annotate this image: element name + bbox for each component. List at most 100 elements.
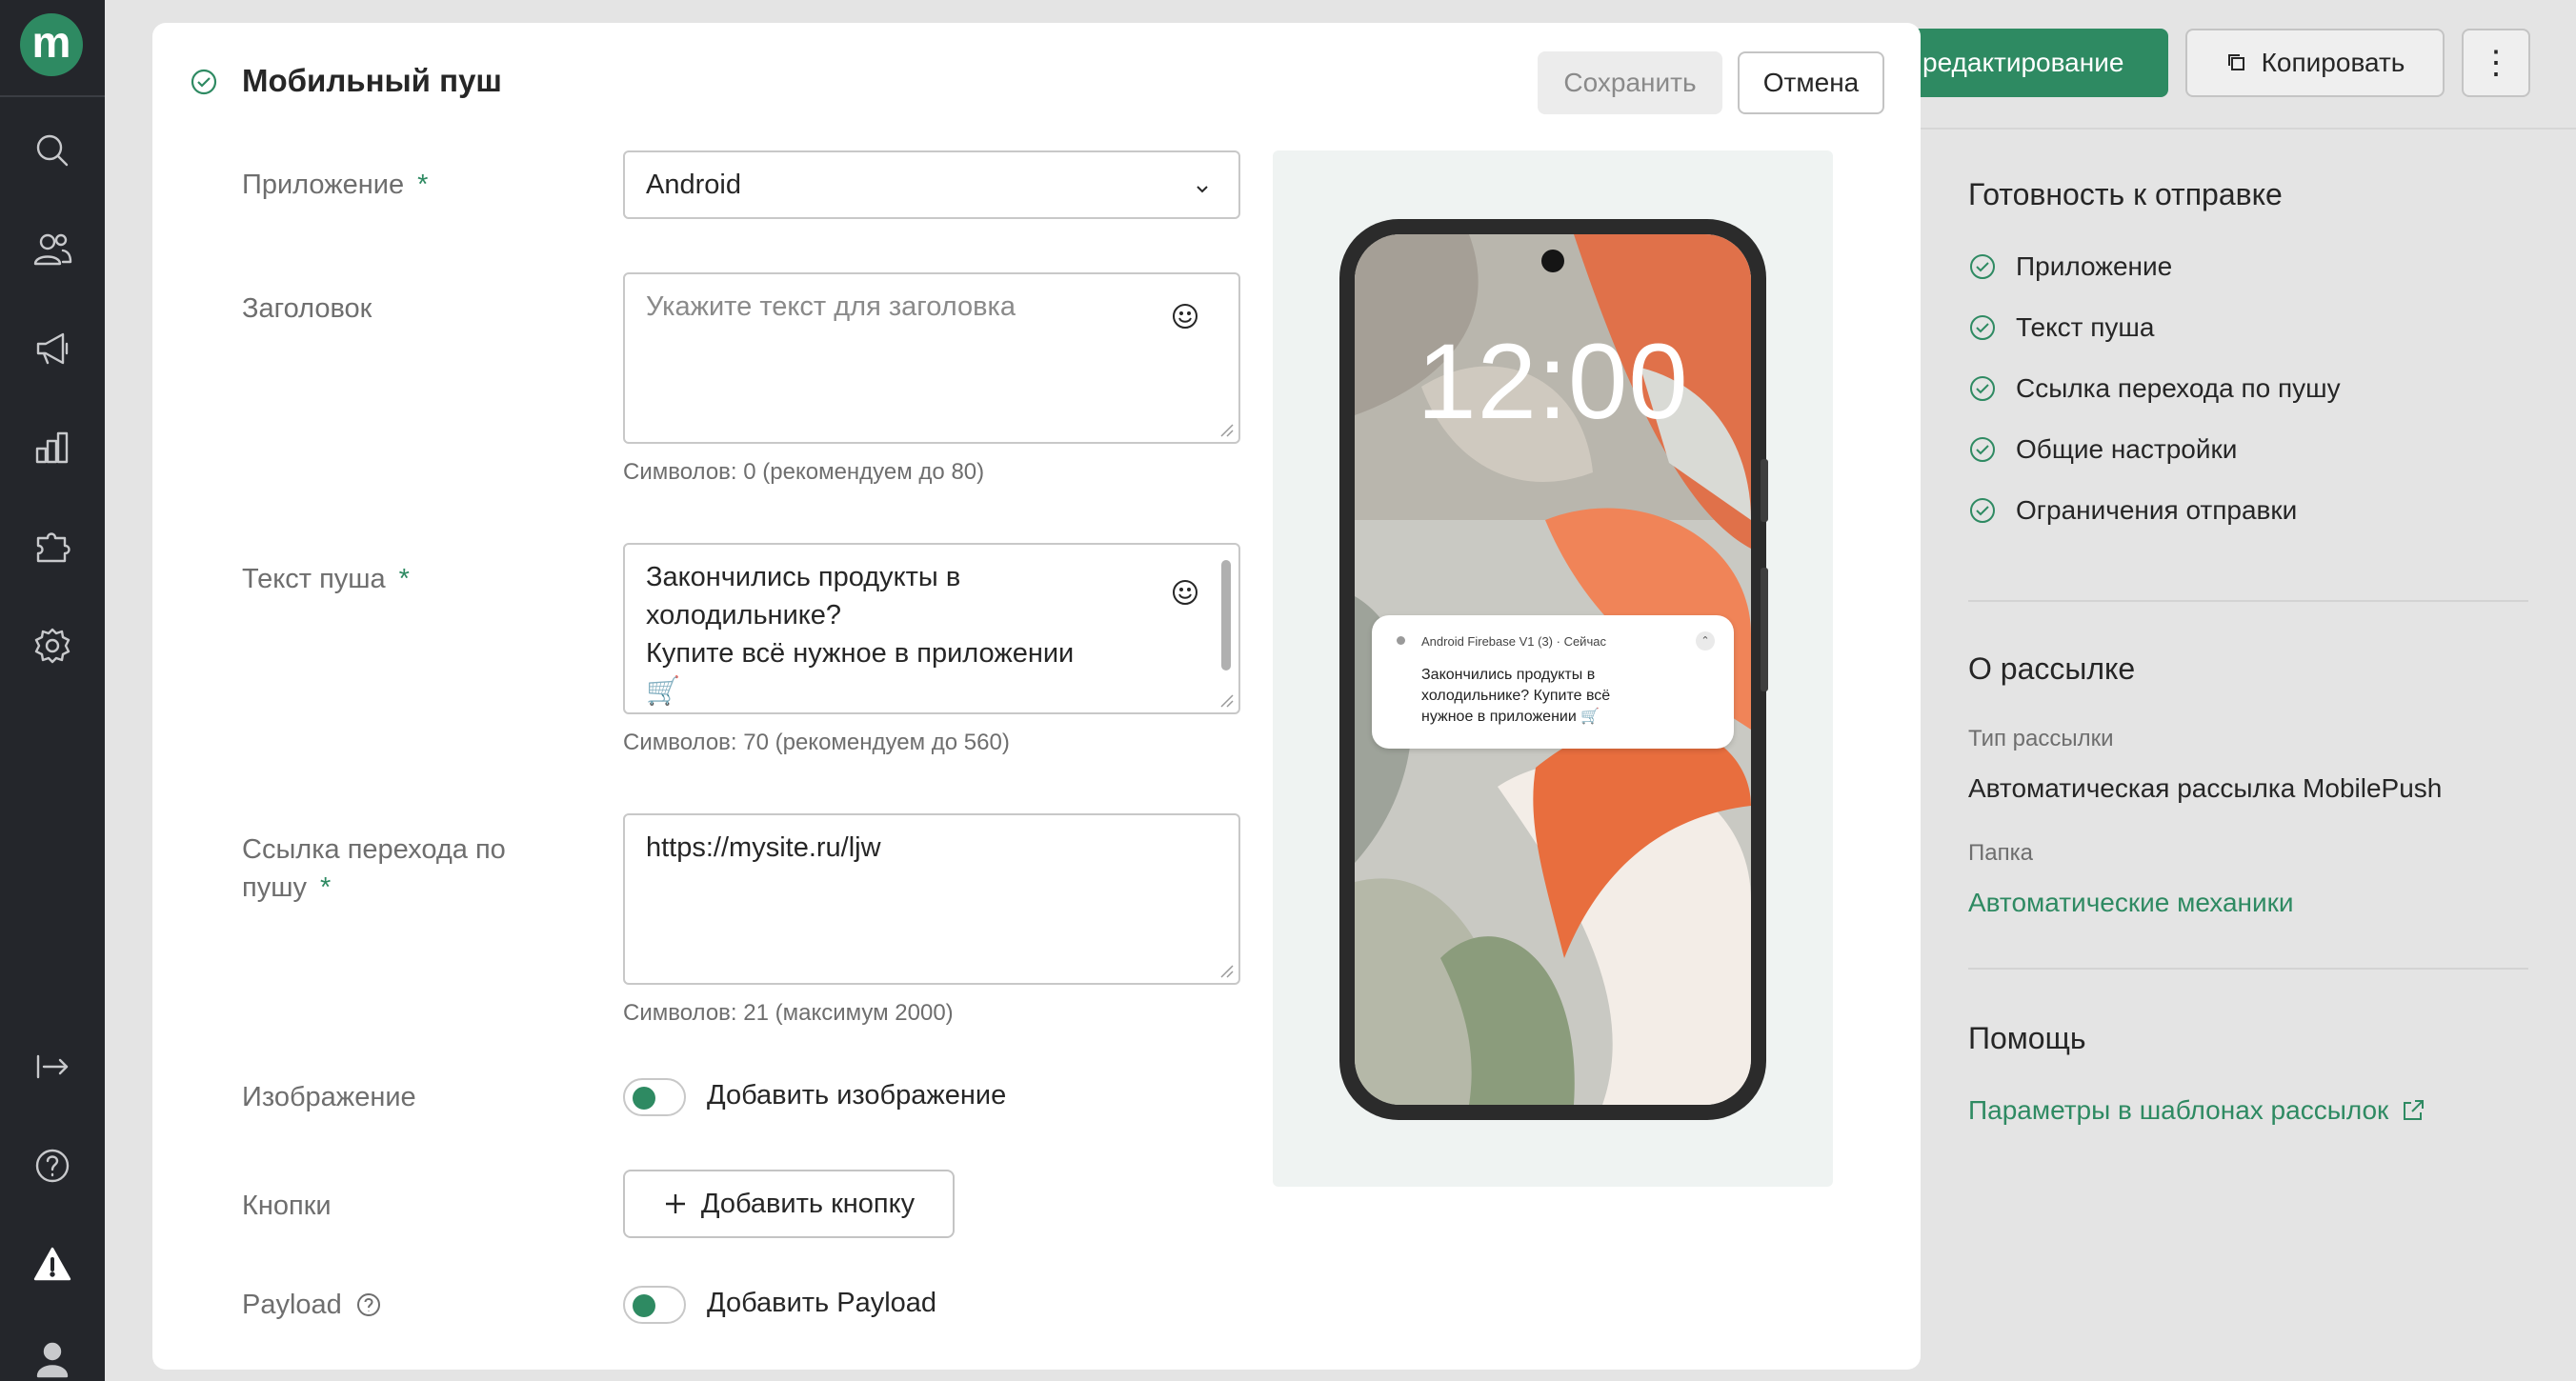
- folder-link[interactable]: Автоматические механики: [1968, 888, 2294, 918]
- app-select-value: Android: [646, 170, 741, 200]
- readiness-item: Ссылка перехода по пушу: [1968, 373, 2341, 404]
- help-link[interactable]: Параметры в шаблонах рассылок: [1968, 1095, 2426, 1126]
- push-preview-panel: 12:00 Android Firebase V1 (3) · Сейчас ⌃…: [1273, 150, 1833, 1187]
- headline-char-count: Символов: 0 (рекомендуем до 80): [623, 459, 985, 485]
- link-input[interactable]: https://mysite.ru/ljw: [623, 813, 1240, 985]
- push-editor-modal: Мобильный пуш Сохранить Отмена Приложени…: [152, 23, 1921, 1370]
- readiness-item: Текст пуша: [1968, 312, 2154, 343]
- phone-mockup: 12:00 Android Firebase V1 (3) · Сейчас ⌃…: [1339, 219, 1768, 1120]
- section-divider: [1968, 968, 2528, 970]
- phone-side-button: [1761, 459, 1768, 522]
- readiness-item-label: Общие настройки: [2016, 434, 2238, 464]
- emoji-icon[interactable]: [1170, 577, 1200, 608]
- push-text-label-text: Текст пуша: [242, 564, 386, 594]
- app-field-label: Приложение *: [242, 166, 428, 204]
- readiness-item-label: Приложение: [2016, 251, 2173, 281]
- app-sidebar: m: [0, 0, 105, 1381]
- emoji-icon[interactable]: [1170, 301, 1200, 331]
- more-button[interactable]: ⋮: [2462, 29, 2530, 97]
- scrollbar-thumb[interactable]: [1221, 560, 1231, 670]
- chevron-down-icon: [1197, 186, 1208, 193]
- collapse-icon[interactable]: [24, 1038, 81, 1095]
- toggle-knob: [633, 1294, 655, 1317]
- push-text-input[interactable]: Закончились продукты в холодильнике? Куп…: [623, 543, 1240, 714]
- search-icon[interactable]: [24, 122, 81, 179]
- readiness-title: Готовность к отправке: [1968, 177, 2283, 211]
- required-mark: *: [398, 564, 410, 594]
- push-text-field-label: Текст пуша *: [242, 560, 410, 598]
- copy-button[interactable]: Копировать: [2185, 29, 2445, 97]
- integrations-icon[interactable]: [24, 518, 81, 575]
- payload-field-label: Payload: [242, 1286, 382, 1324]
- headline-field-label: Заголовок: [242, 293, 372, 324]
- app-icon: [1397, 636, 1405, 645]
- resize-handle-icon[interactable]: [1218, 421, 1235, 438]
- link-field-label: Ссылка перехода по пушу *: [242, 831, 506, 907]
- link-label-line: Ссылка перехода по: [242, 834, 506, 865]
- phone-screen: 12:00 Android Firebase V1 (3) · Сейчас ⌃…: [1355, 234, 1751, 1105]
- lockscreen-clock: 12:00: [1417, 322, 1689, 441]
- sidebar-divider: [0, 95, 105, 97]
- check-circle-icon: [1970, 315, 1995, 340]
- resize-handle-icon[interactable]: [1218, 691, 1235, 709]
- mailing-type-value: Автоматическая рассылка MobilePush: [1968, 773, 2443, 803]
- readiness-item-label: Текст пуша: [2016, 312, 2155, 342]
- analytics-icon[interactable]: [24, 419, 81, 476]
- payload-toggle[interactable]: [623, 1286, 686, 1324]
- check-circle-icon: [1970, 254, 1995, 279]
- readiness-item: Приложение: [1968, 251, 2172, 282]
- link-label-line: пушу: [242, 872, 307, 903]
- image-field-label: Изображение: [242, 1082, 416, 1112]
- copy-icon: [2227, 54, 2244, 70]
- users-icon[interactable]: [24, 221, 81, 278]
- readiness-item: Ограничения отправки: [1968, 495, 2297, 526]
- readiness-item-label: Ссылка перехода по пушу: [2016, 373, 2341, 403]
- buttons-field-label: Кнопки: [242, 1191, 332, 1221]
- edit-button[interactable]: редактирование: [1905, 29, 2168, 97]
- help-link-label: Параметры в шаблонах рассылок: [1968, 1095, 2389, 1125]
- toggle-knob: [633, 1087, 655, 1110]
- folder-label: Папка: [1968, 840, 2033, 866]
- header-divider: [1915, 128, 2576, 130]
- readiness-item-label: Ограничения отправки: [2016, 495, 2298, 525]
- app-select[interactable]: Android: [623, 150, 1240, 219]
- image-toggle[interactable]: [623, 1078, 686, 1116]
- external-link-icon: [2404, 1100, 2425, 1120]
- copy-button-label: Копировать: [2261, 48, 2405, 77]
- payload-label-text: Payload: [242, 1290, 342, 1320]
- modal-title: Мобильный пуш: [242, 63, 502, 98]
- required-mark: *: [319, 872, 332, 903]
- edit-button-label: редактирование: [1922, 48, 2124, 77]
- front-camera: [1541, 250, 1564, 272]
- help-icon[interactable]: [355, 1291, 382, 1318]
- check-circle-icon: [1970, 437, 1995, 462]
- mailing-type-label: Тип рассылки: [1968, 726, 2114, 751]
- resize-handle-icon[interactable]: [1218, 962, 1235, 979]
- link-char-count: Символов: 21 (максимум 2000): [623, 1000, 954, 1026]
- warning-icon[interactable]: [24, 1236, 81, 1293]
- add-button-button[interactable]: Добавить кнопку: [623, 1170, 955, 1238]
- app-logo[interactable]: m: [20, 13, 83, 76]
- check-circle-icon: [1970, 376, 1995, 401]
- readiness-item: Общие настройки: [1968, 434, 2237, 465]
- plus-icon: [665, 1194, 685, 1213]
- notification-line: Закончились продукты в: [1421, 667, 1596, 683]
- headline-input[interactable]: Укажите текст для заголовка: [623, 272, 1240, 444]
- save-button[interactable]: Сохранить: [1538, 51, 1722, 114]
- image-toggle-label[interactable]: Добавить изображение: [707, 1080, 1006, 1111]
- notification-line: холодильнике? Купите всё: [1421, 688, 1611, 704]
- push-text-char-count: Символов: 70 (рекомендуем до 560): [623, 730, 1010, 755]
- payload-toggle-label[interactable]: Добавить Payload: [707, 1288, 936, 1319]
- link-input-value: https://mysite.ru/ljw: [646, 832, 881, 863]
- help-icon[interactable]: [24, 1137, 81, 1194]
- cancel-button[interactable]: Отмена: [1738, 51, 1884, 114]
- headline-placeholder: Укажите текст для заголовка: [646, 291, 1016, 322]
- settings-icon[interactable]: [24, 617, 81, 674]
- add-button-label: Добавить кнопку: [700, 1188, 916, 1219]
- required-mark: *: [417, 170, 429, 200]
- profile-icon[interactable]: [24, 1330, 81, 1381]
- megaphone-icon[interactable]: [24, 320, 81, 377]
- section-divider: [1968, 600, 2528, 602]
- notification-header: Android Firebase V1 (3) · Сейчас: [1421, 634, 1606, 649]
- check-circle-icon: [1970, 498, 1995, 523]
